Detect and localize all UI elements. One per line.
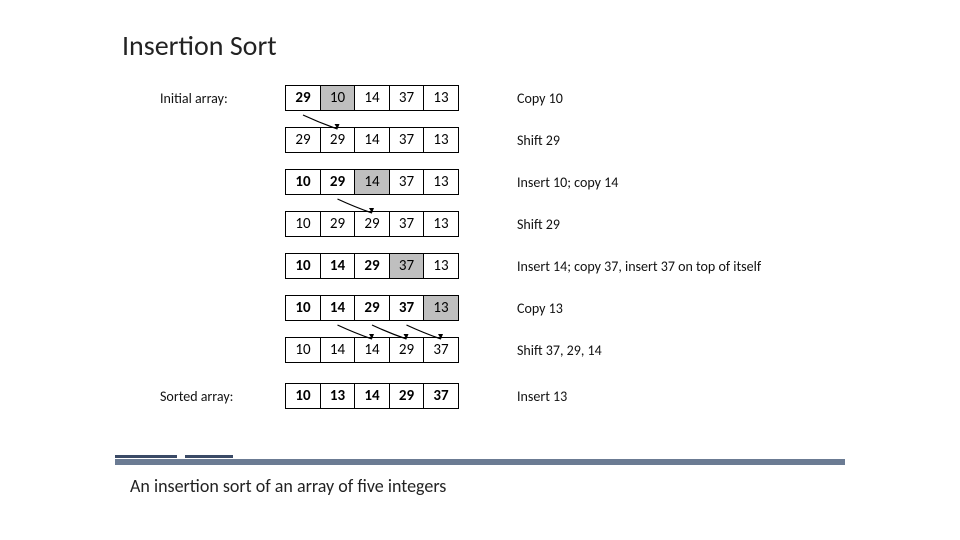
array-cell: 14	[354, 85, 390, 111]
step-row: Sorted array:1013142937 Insert 13	[150, 380, 850, 412]
array-cell: 13	[423, 253, 459, 279]
step-label-right: Copy 13	[517, 300, 563, 317]
step-label-left: Initial array:	[150, 90, 285, 107]
array-cell: 29	[354, 295, 390, 321]
array-cell: 37	[389, 295, 425, 321]
array-cell: 37	[389, 211, 425, 237]
step-row: 1014293713 Insert 14; copy 37, insert 37 …	[150, 250, 850, 282]
array-cell: 10	[285, 295, 321, 321]
array-cell: 29	[285, 85, 321, 111]
array-cell: 13	[423, 85, 459, 111]
array-cell: 29	[320, 211, 356, 237]
array-cell: 29	[320, 127, 356, 153]
slide-title: Insertion Sort	[122, 28, 277, 63]
array-cell: 14	[354, 127, 390, 153]
array-cell: 29	[354, 211, 390, 237]
array-cell: 10	[285, 253, 321, 279]
array-cell: 37	[389, 169, 425, 195]
cell-row: 1014293713	[285, 253, 459, 279]
array-cell: 14	[320, 253, 356, 279]
array-cell: 10	[285, 383, 321, 409]
cell-row: 1014293713	[285, 295, 459, 321]
array-cell: 10	[320, 85, 356, 111]
insertion-sort-diagram: Initial array:2910143713Copy 10292914371…	[150, 82, 850, 422]
step-label-right: Insert 13	[517, 388, 567, 405]
step-row: Initial array:2910143713 Copy 10	[150, 82, 850, 114]
array-cell: 13	[423, 295, 459, 321]
array-cell: 37	[389, 253, 425, 279]
array-cell: 29	[389, 337, 425, 363]
array-cell: 13	[423, 169, 459, 195]
array-cell: 29	[354, 253, 390, 279]
array-cell: 14	[354, 169, 390, 195]
step-label-right: Insert 10; copy 14	[517, 174, 618, 191]
array-cell: 13	[423, 127, 459, 153]
array-cell: 14	[354, 383, 390, 409]
array-cell: 37	[389, 127, 425, 153]
array-cell: 29	[389, 383, 425, 409]
array-cell: 10	[285, 169, 321, 195]
array-cell: 13	[320, 383, 356, 409]
step-row: 1014142937Shift 37, 29, 14	[150, 334, 850, 366]
array-cell: 10	[285, 337, 321, 363]
cell-row: 2929143713	[285, 127, 459, 153]
array-cell: 37	[423, 337, 459, 363]
array-cell: 10	[285, 211, 321, 237]
cell-row: 1013142937	[285, 383, 459, 409]
array-cell: 14	[320, 295, 356, 321]
step-label-left: Sorted array:	[150, 388, 285, 405]
array-cell: 13	[423, 211, 459, 237]
step-row: 2929143713Shift 29	[150, 124, 850, 156]
array-cell: 29	[285, 127, 321, 153]
step-label-right: Shift 29	[517, 216, 560, 233]
step-label-right: Shift 37, 29, 14	[517, 342, 602, 359]
step-label-right: Copy 10	[517, 90, 563, 107]
step-row: 1014293713 Copy 13	[150, 292, 850, 324]
step-label-right: Shift 29	[517, 132, 560, 149]
slide-caption: An insertion sort of an array of five in…	[130, 475, 446, 497]
cell-row: 1014142937	[285, 337, 459, 363]
step-row: 1029293713Shift 29	[150, 208, 850, 240]
cell-row: 1029293713	[285, 211, 459, 237]
array-cell: 14	[354, 337, 390, 363]
array-cell: 29	[320, 169, 356, 195]
slide-divider	[115, 455, 845, 465]
cell-row: 1029143713	[285, 169, 459, 195]
array-cell: 37	[423, 383, 459, 409]
array-cell: 37	[389, 85, 425, 111]
cell-row: 2910143713	[285, 85, 459, 111]
step-row: 1029143713 Insert 10; copy 14	[150, 166, 850, 198]
array-cell: 14	[320, 337, 356, 363]
step-label-right: Insert 14; copy 37, insert 37 on top of …	[517, 258, 761, 275]
